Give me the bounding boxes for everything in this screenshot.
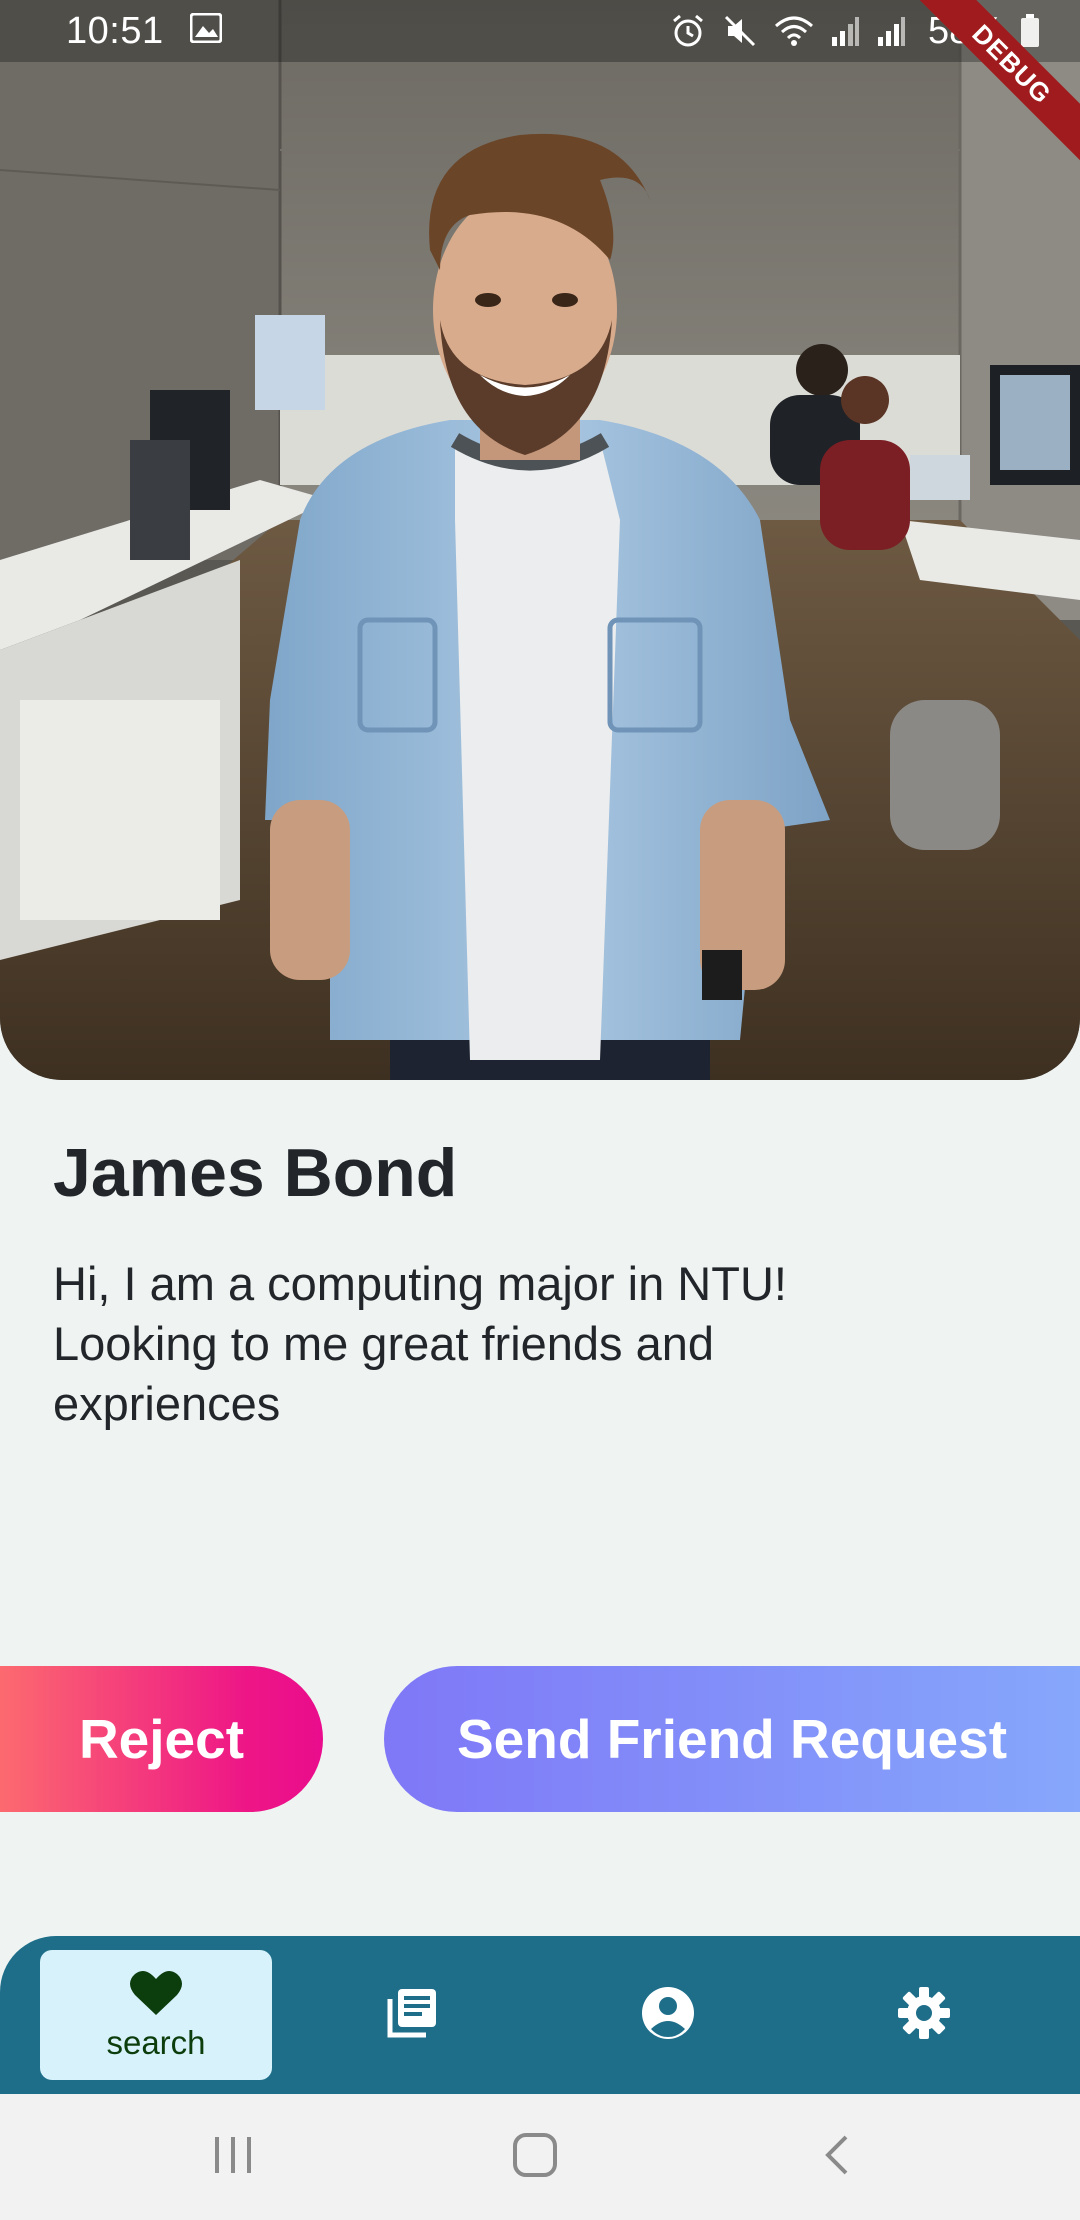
nav-label-search: search [106, 2023, 206, 2061]
nav-item-feed[interactable] [296, 1950, 528, 2080]
alarm-icon [670, 13, 706, 49]
account-circle-icon [640, 1985, 696, 2046]
nav-item-settings[interactable] [808, 1950, 1040, 2080]
wifi-icon [774, 14, 814, 48]
bottom-nav: search [0, 1936, 1080, 2094]
nav-item-profile[interactable] [552, 1950, 784, 2080]
status-time: 10:51 [66, 9, 164, 52]
profile-bio: Hi, I am a computing major in NTU! Looki… [53, 1257, 787, 1430]
home-button[interactable] [502, 2124, 568, 2190]
home-icon [512, 2132, 558, 2183]
system-nav-bar [0, 2094, 1080, 2220]
battery-icon [1020, 14, 1040, 48]
recents-button[interactable] [200, 2124, 266, 2190]
image-icon [189, 10, 223, 53]
gear-icon [896, 1985, 952, 2046]
profile-name: James Bond [53, 1135, 458, 1211]
reject-button[interactable]: Reject [0, 1666, 323, 1812]
back-icon [822, 2133, 852, 2182]
feed-icon [384, 1985, 440, 2046]
status-bar: 10:51 58% [0, 0, 1080, 62]
signal-icon [876, 15, 906, 47]
back-button[interactable] [804, 2124, 870, 2190]
battery-percent: 58% [927, 9, 1004, 52]
profile-photo [0, 0, 1080, 1080]
signal-icon [830, 15, 860, 47]
nav-item-search[interactable]: search [40, 1950, 272, 2080]
mute-icon [722, 13, 758, 49]
heart-icon [129, 1969, 183, 2022]
send-friend-request-button[interactable]: Send Friend Request [384, 1666, 1080, 1812]
recents-icon [211, 2135, 255, 2180]
